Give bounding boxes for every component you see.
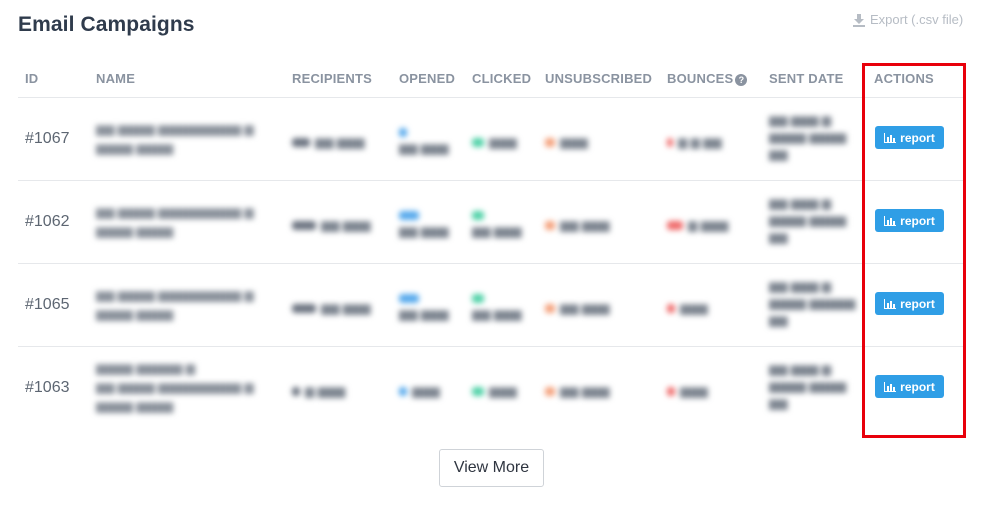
clicked-redacted: ▆▆▆ — [472, 383, 517, 399]
download-icon — [853, 13, 865, 27]
column-header-bounces: BOUNCES? — [667, 71, 748, 86]
bounces-redacted: ▆▆▆ — [667, 300, 708, 316]
opened-redacted: ▆▆▆ — [399, 383, 440, 399]
bounces-redacted: ▆ ▆ ▆▆ — [667, 134, 722, 150]
recipients-redacted: ▆ ▆▆▆ — [292, 383, 345, 399]
clicked-redacted: ▆▆▆ — [472, 134, 517, 150]
sent-date-redacted: ▆▆ ▆▆▆ ▆ ▆▆▆▆ ▆▆▆▆ ▆▆ — [769, 362, 847, 410]
column-header-clicked: CLICKED — [472, 71, 532, 86]
sent-date-redacted: ▆▆ ▆▆▆ ▆ ▆▆▆▆ ▆▆▆▆▆ ▆▆ — [769, 279, 856, 327]
table-row: #1067 ▆▆ ▆▆▆▆ ▆▆▆▆▆▆▆▆▆ ▆ ▆▆▆▆ ▆▆▆▆ ▆▆ ▆▆… — [18, 98, 963, 181]
campaign-id: #1067 — [25, 130, 70, 147]
column-header-unsubscribed: UNSUBSCRIBED — [545, 71, 653, 86]
column-header-sent-date: SENT DATE — [769, 71, 844, 86]
campaign-name-redacted: ▆▆ ▆▆▆▆ ▆▆▆▆▆▆▆▆▆ ▆ ▆▆▆▆ ▆▆▆▆ — [96, 288, 254, 321]
unsubscribed-redacted: ▆▆ ▆▆▆ — [545, 383, 609, 399]
clicked-redacted: ▆▆ ▆▆▆ — [472, 290, 521, 322]
sent-date-redacted: ▆▆ ▆▆▆ ▆ ▆▆▆▆ ▆▆▆▆ ▆▆ — [769, 196, 847, 244]
campaign-id: #1063 — [25, 379, 70, 396]
unsubscribed-redacted: ▆▆ ▆▆▆ — [545, 300, 609, 316]
export-label: Export (.csv file) — [870, 12, 964, 27]
campaign-name-redacted: ▆▆▆▆ ▆▆▆▆▆ ▆ ▆▆ ▆▆▆▆ ▆▆▆▆▆▆▆▆▆ ▆ ▆▆▆▆ ▆▆▆▆ — [96, 361, 254, 413]
campaign-id: #1062 — [25, 213, 70, 230]
column-header-name: NAME — [96, 71, 136, 86]
column-header-opened: OPENED — [399, 71, 456, 86]
clicked-redacted: ▆▆ ▆▆▆ — [472, 207, 521, 239]
opened-redacted: ▆▆ ▆▆▆ — [399, 124, 448, 156]
opened-redacted: ▆▆ ▆▆▆ — [399, 207, 448, 239]
table-row: #1063 ▆▆▆▆ ▆▆▆▆▆ ▆ ▆▆ ▆▆▆▆ ▆▆▆▆▆▆▆▆▆ ▆ ▆▆▆… — [18, 347, 963, 430]
bounces-redacted: ▆ ▆▆▆ — [667, 217, 728, 233]
page-title: Email Campaigns — [18, 13, 195, 36]
opened-redacted: ▆▆ ▆▆▆ — [399, 290, 448, 322]
question-circle-icon[interactable]: ? — [735, 74, 748, 86]
unsubscribed-redacted: ▆▆ ▆▆▆ — [545, 217, 609, 233]
column-header-recipients: RECIPIENTS — [292, 71, 373, 86]
table-row: #1065 ▆▆ ▆▆▆▆ ▆▆▆▆▆▆▆▆▆ ▆ ▆▆▆▆ ▆▆▆▆ ▆▆ ▆▆… — [18, 264, 963, 347]
export-csv-link[interactable]: Export (.csv file) — [852, 12, 963, 27]
campaign-name-redacted: ▆▆ ▆▆▆▆ ▆▆▆▆▆▆▆▆▆ ▆ ▆▆▆▆ ▆▆▆▆ — [96, 122, 254, 155]
bounces-label: BOUNCES — [667, 71, 734, 86]
view-more-button[interactable]: View More — [439, 449, 544, 487]
table-row: #1062 ▆▆ ▆▆▆▆ ▆▆▆▆▆▆▆▆▆ ▆ ▆▆▆▆ ▆▆▆▆ ▆▆ ▆▆… — [18, 181, 963, 264]
column-header-id: ID — [25, 71, 39, 86]
actions-column-highlight — [862, 63, 966, 438]
campaign-id: #1065 — [25, 296, 70, 313]
bounces-redacted: ▆▆▆ — [667, 383, 708, 399]
recipients-redacted: ▆▆ ▆▆▆ — [292, 217, 370, 233]
unsubscribed-redacted: ▆▆▆ — [545, 134, 588, 150]
sent-date-redacted: ▆▆ ▆▆▆ ▆ ▆▆▆▆ ▆▆▆▆ ▆▆ — [769, 113, 847, 161]
recipients-redacted: ▆▆ ▆▆▆ — [292, 300, 370, 316]
campaign-name-redacted: ▆▆ ▆▆▆▆ ▆▆▆▆▆▆▆▆▆ ▆ ▆▆▆▆ ▆▆▆▆ — [96, 205, 254, 238]
recipients-redacted: ▆▆ ▆▆▆ — [292, 134, 364, 150]
